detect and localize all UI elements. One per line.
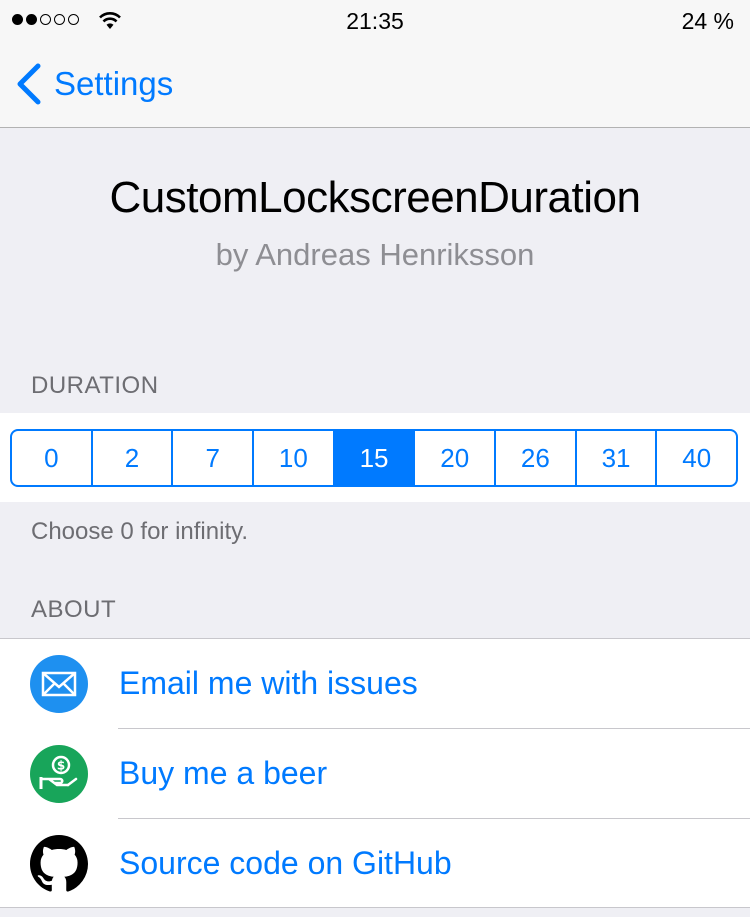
back-button-label: Settings [54, 65, 174, 102]
duration-option-0[interactable]: 0 [12, 431, 91, 485]
battery-percentage: 24 % [681, 8, 734, 34]
email-row[interactable]: Email me with issues [0, 639, 750, 729]
navigation-bar: Settings [0, 40, 750, 128]
duration-option-40[interactable]: 40 [655, 431, 736, 485]
donate-row-label: Buy me a beer [119, 755, 328, 791]
donate-row[interactable]: $ Buy me a beer [0, 729, 750, 819]
money-hand-icon: $ [30, 745, 88, 803]
svg-text:$: $ [57, 759, 65, 773]
duration-option-26[interactable]: 26 [494, 431, 575, 485]
status-time: 21:35 [346, 8, 404, 34]
chevron-left-icon [17, 63, 41, 105]
duration-segmented-control[interactable]: 0 2 7 10 15 20 26 31 40 [10, 429, 738, 487]
duration-option-31[interactable]: 31 [574, 431, 656, 485]
duration-option-10[interactable]: 10 [252, 431, 333, 485]
about-section-header: ABOUT [31, 596, 117, 623]
back-button[interactable]: Settings [14, 62, 173, 106]
duration-option-7[interactable]: 7 [171, 431, 252, 485]
duration-cell: 0 2 7 10 15 20 26 31 40 [0, 413, 750, 502]
github-row[interactable]: Source code on GitHub [0, 819, 750, 909]
github-row-label: Source code on GitHub [119, 845, 452, 881]
page-title: CustomLockscreenDuration [109, 173, 641, 222]
github-icon [30, 835, 88, 892]
duration-option-15[interactable]: 15 [332, 431, 414, 485]
about-list: Email me with issues $ Buy me a beer Sou… [0, 638, 750, 908]
duration-section-header: DURATION [31, 372, 159, 399]
author-subtitle: by Andreas Henriksson [215, 237, 535, 272]
status-bar: 21:35 24 % [0, 0, 750, 40]
duration-option-20[interactable]: 20 [413, 431, 494, 485]
email-row-label: Email me with issues [119, 665, 418, 701]
duration-footer-note: Choose 0 for infinity. [31, 518, 248, 545]
duration-option-2[interactable]: 2 [90, 431, 172, 485]
tweak-header: CustomLockscreenDuration by Andreas Henr… [0, 129, 750, 339]
mail-icon [30, 655, 88, 713]
